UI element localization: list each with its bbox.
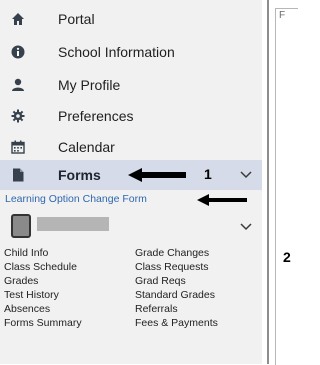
sidebar-item-label: My Profile [58,77,121,93]
user-icon [11,78,25,92]
sidebar-item-portal[interactable]: Portal [0,4,262,34]
sidebar: Portal School Information My Profile Pre… [0,0,262,364]
info-icon [11,45,25,59]
sidebar-item-preferences[interactable]: Preferences [0,101,262,131]
link-class-requests[interactable]: Class Requests [135,260,218,274]
content-border [267,0,269,364]
annotation-marker: 1 [204,166,212,182]
sidebar-item-label: Portal [58,11,95,27]
student-links-col1: Child Info Class Schedule Grades Test Hi… [4,246,82,330]
sidebar-item-school-information[interactable]: School Information [0,37,262,67]
sidebar-item-calendar[interactable]: Calendar [0,132,262,162]
sidebar-item-my-profile[interactable]: My Profile [0,70,262,100]
link-test-history[interactable]: Test History [4,288,82,302]
link-standard-grades[interactable]: Standard Grades [135,288,218,302]
link-fees-payments[interactable]: Fees & Payments [135,316,218,330]
student-selector[interactable] [0,210,262,242]
link-grades[interactable]: Grades [4,274,82,288]
content-tab-panel [275,8,298,365]
sidebar-item-label: Preferences [58,108,134,124]
gear-icon [11,109,25,123]
student-links-col2: Grade Changes Class Requests Grad Reqs S… [135,246,218,330]
document-icon [11,168,25,182]
student-name-redacted [37,217,109,231]
learning-option-change-form-link[interactable]: Learning Option Change Form [5,193,147,205]
link-grade-changes[interactable]: Grade Changes [135,246,218,260]
link-class-schedule[interactable]: Class Schedule [4,260,82,274]
sidebar-item-forms[interactable]: Forms 1 [0,160,262,190]
chevron-down-icon[interactable] [240,168,252,182]
link-grad-reqs[interactable]: Grad Reqs [135,274,218,288]
link-child-info[interactable]: Child Info [4,246,82,260]
home-icon [11,12,25,26]
link-forms-summary[interactable]: Forms Summary [4,316,82,330]
chevron-down-icon[interactable] [240,220,252,234]
sidebar-item-label: Forms [58,167,101,183]
sidebar-item-label: Calendar [58,139,115,155]
link-referrals[interactable]: Referrals [135,302,218,316]
content-tab[interactable]: F [279,10,285,21]
annotation-arrow-icon [197,194,247,206]
avatar [11,214,31,238]
link-absences[interactable]: Absences [4,302,82,316]
annotation-marker: 2 [283,249,291,265]
sidebar-item-label: School Information [58,44,175,60]
calendar-icon [11,140,25,154]
annotation-arrow-icon [128,168,186,182]
